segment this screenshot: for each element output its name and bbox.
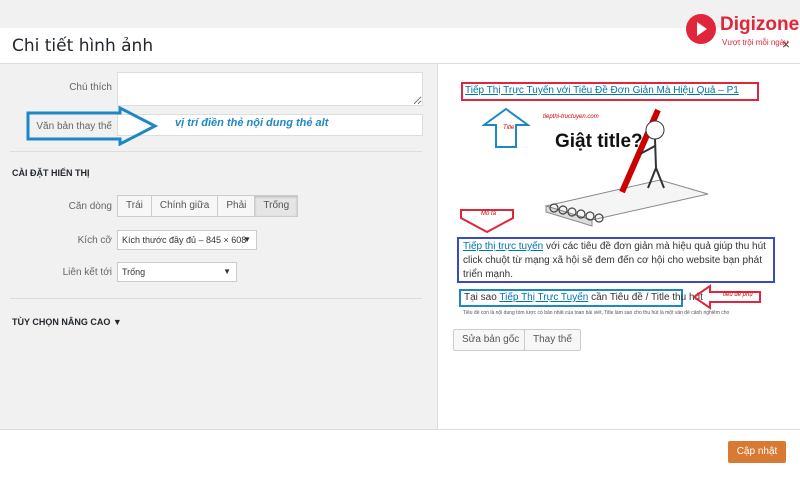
preview-image (544, 108, 709, 227)
preview-small-text: Tiêu đề con là nội dung tóm lược có bản … (463, 310, 730, 316)
update-button[interactable]: Cập nhật (728, 441, 786, 463)
logo-tagline: Vượt trội mỗi ngày (722, 38, 789, 47)
align-button-group: Trái Chính giữa Phải Trống (117, 195, 299, 217)
link-to-select[interactable]: Trống ▼ (117, 262, 237, 282)
align-none-button[interactable]: Trống (254, 195, 299, 217)
align-label: Căn dòng (68, 201, 112, 212)
size-select-value: Kích thước đầy đủ – 845 × 608 (122, 235, 247, 245)
link-to-select-value: Trống (122, 267, 146, 277)
preview-title: Tiếp Thị Trực Tuyến với Tiêu Đề Đơn Giản… (465, 85, 739, 96)
align-center-button[interactable]: Chính giữa (150, 195, 219, 217)
dialog-title: Chi tiết hình ảnh (12, 36, 154, 56)
divider (10, 151, 422, 152)
replace-button[interactable]: Thay thế (524, 329, 581, 351)
dialog-footer (0, 429, 800, 500)
align-left-button[interactable]: Trái (117, 195, 152, 217)
subtitle-rest: cần Tiêu đề / Title thu hút (588, 292, 703, 303)
alt-annotation: vị trí điền thẻ nội dung thẻ alt (175, 117, 329, 129)
site-url: tiepthi-tructuyen.com (543, 114, 599, 120)
subtitle-tag: tiêu đề phụ (723, 292, 753, 298)
link-to-label: Liên kết tới (62, 267, 112, 278)
image-details-modal: Chi tiết hình ảnh × Digizone Vượt trội m… (0, 0, 800, 500)
size-label: Kích cỡ (77, 235, 112, 246)
edit-original-button[interactable]: Sửa bản gốc (453, 329, 529, 351)
preview-subtitle: Tại sao Tiếp Thị Trực Tuyến cần Tiêu đề … (464, 292, 703, 303)
preview-description: Tiếp thị trực tuyến với các tiêu đề đơn … (463, 240, 771, 282)
title-tag: Title (503, 125, 515, 131)
subtitle-link[interactable]: Tiếp Thị Trực Tuyến (499, 292, 588, 303)
advanced-options-toggle[interactable]: TÙY CHỌN NÂNG CAO ▼ (12, 317, 122, 327)
divider (10, 298, 422, 299)
align-right-button[interactable]: Phải (217, 195, 256, 217)
digizone-logo: Digizone Vượt trội mỗi ngày (686, 10, 800, 52)
caption-field[interactable] (117, 72, 423, 106)
caption-label: Chú thích (69, 82, 112, 93)
size-select[interactable]: Kích thước đầy đủ – 845 × 608 ▼ (117, 230, 257, 250)
annotation-arrow-icon (26, 106, 159, 146)
chevron-down-icon: ▼ (243, 235, 251, 244)
description-link[interactable]: Tiếp thị trực tuyến (463, 241, 543, 252)
image-caption-text: Giật title? (555, 131, 643, 152)
display-settings-heading: CÀI ĐẶT HIỂN THỊ (12, 168, 90, 178)
logo-brand: Digizone (720, 14, 800, 35)
description-tag: Mô tả (481, 211, 497, 217)
subtitle-prefix: Tại sao (464, 292, 500, 303)
preview-title-text[interactable]: Tiếp Thị Trực Tuyến với Tiêu Đề Đơn Giản… (465, 85, 739, 96)
dialog-titlebar: Chi tiết hình ảnh × (0, 28, 800, 64)
chevron-down-icon: ▼ (223, 267, 231, 276)
play-icon (686, 14, 716, 44)
